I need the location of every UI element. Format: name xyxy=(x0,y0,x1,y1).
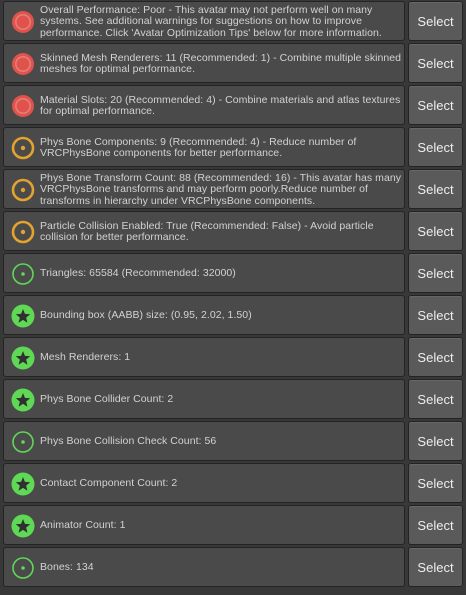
warning-row: Contact Component Count: 2 Select xyxy=(0,462,466,504)
warning-message-text: Material Slots: 20 (Recommended: 4) - Co… xyxy=(40,93,401,117)
orange-ring-icon xyxy=(11,136,35,160)
select-button[interactable]: Select xyxy=(408,421,463,461)
warning-row: Phys Bone Collision Check Count: 56 Selec… xyxy=(0,420,466,462)
select-button[interactable]: Select xyxy=(408,253,463,293)
green-ring-icon xyxy=(11,262,35,286)
select-button[interactable]: Select xyxy=(408,547,463,587)
warning-message-box: Mesh Renderers: 1 xyxy=(3,337,405,377)
warning-message-box: Overall Performance: Poor - This avatar … xyxy=(3,1,405,41)
warning-message-box: Phys Bone Components: 9 (Recommended: 4)… xyxy=(3,127,405,167)
select-button[interactable]: Select xyxy=(408,379,463,419)
warning-row: Bones: 134 Select xyxy=(0,546,466,588)
red-circle-icon xyxy=(11,10,35,34)
select-button[interactable]: Select xyxy=(408,211,463,251)
warning-message-box: Animator Count: 1 xyxy=(3,505,405,545)
orange-ring-icon xyxy=(11,220,35,244)
warning-message-text: Contact Component Count: 2 xyxy=(40,477,178,490)
warning-message-text: Particle Collision Enabled: True (Recomm… xyxy=(40,219,374,243)
warning-row: Particle Collision Enabled: True (Recomm… xyxy=(0,210,466,252)
warning-message-text: Phys Bone Transform Count: 88 (Recommend… xyxy=(40,172,402,207)
warning-message-box: Phys Bone Collision Check Count: 56 xyxy=(3,421,405,461)
warning-row: Overall Performance: Poor - This avatar … xyxy=(0,0,466,42)
orange-ring-icon xyxy=(11,178,35,202)
select-button[interactable]: Select xyxy=(408,43,463,83)
warning-message-text: Phys Bone Components: 9 (Recommended: 4)… xyxy=(40,135,357,159)
warning-message-text: Overall Performance: Poor - This avatar … xyxy=(40,4,382,39)
select-button[interactable]: Select xyxy=(408,295,463,335)
warning-message-text: Phys Bone Collider Count: 2 xyxy=(40,393,174,406)
warning-row: Material Slots: 20 (Recommended: 4) - Co… xyxy=(0,84,466,126)
performance-warnings-list: Overall Performance: Poor - This avatar … xyxy=(0,0,466,595)
select-button[interactable]: Select xyxy=(408,169,463,209)
warning-row: Mesh Renderers: 1 Select xyxy=(0,336,466,378)
warning-message-text: Triangles: 65584 (Recommended: 32000) xyxy=(40,267,236,280)
warning-row: Bounding box (AABB) size: (0.95, 2.02, 1… xyxy=(0,294,466,336)
green-star-icon xyxy=(11,472,35,496)
warning-row: Phys Bone Collider Count: 2 Select xyxy=(0,378,466,420)
warning-message-box: Contact Component Count: 2 xyxy=(3,463,405,503)
red-circle-icon xyxy=(11,52,35,76)
warning-row: Animator Count: 1 Select xyxy=(0,504,466,546)
warning-message-text: Mesh Renderers: 1 xyxy=(40,351,131,364)
warning-row: Phys Bone Components: 9 (Recommended: 4)… xyxy=(0,126,466,168)
green-star-icon xyxy=(11,388,35,412)
warning-message-box: Triangles: 65584 (Recommended: 32000) xyxy=(3,253,405,293)
warning-message-box: Particle Collision Enabled: True (Recomm… xyxy=(3,211,405,251)
select-button[interactable]: Select xyxy=(408,463,463,503)
warning-row: Phys Bone Transform Count: 88 (Recommend… xyxy=(0,168,466,210)
green-ring-icon xyxy=(11,556,35,580)
warning-message-box: Phys Bone Transform Count: 88 (Recommend… xyxy=(3,169,405,209)
select-button[interactable]: Select xyxy=(408,85,463,125)
warning-message-text: Bones: 134 xyxy=(40,561,94,574)
warning-row: Triangles: 65584 (Recommended: 32000) Sel… xyxy=(0,252,466,294)
warning-message-box: Bones: 134 xyxy=(3,547,405,587)
select-button[interactable]: Select xyxy=(408,505,463,545)
warning-message-text: Phys Bone Collision Check Count: 56 xyxy=(40,435,217,448)
green-star-icon xyxy=(11,304,35,328)
warning-message-box: Material Slots: 20 (Recommended: 4) - Co… xyxy=(3,85,405,125)
select-button[interactable]: Select xyxy=(408,1,463,41)
select-button[interactable]: Select xyxy=(408,337,463,377)
warning-message-box: Phys Bone Collider Count: 2 xyxy=(3,379,405,419)
green-star-icon xyxy=(11,346,35,370)
warning-message-text: Skinned Mesh Renderers: 11 (Recommended:… xyxy=(40,51,402,75)
warning-message-box: Skinned Mesh Renderers: 11 (Recommended:… xyxy=(3,43,405,83)
red-circle-icon xyxy=(11,94,35,118)
select-button[interactable]: Select xyxy=(408,127,463,167)
warning-message-text: Bounding box (AABB) size: (0.95, 2.02, 1… xyxy=(40,309,252,322)
green-star-icon xyxy=(11,514,35,538)
warning-message-box: Bounding box (AABB) size: (0.95, 2.02, 1… xyxy=(3,295,405,335)
green-ring-icon xyxy=(11,430,35,454)
warning-row: Skinned Mesh Renderers: 11 (Recommended:… xyxy=(0,42,466,84)
warning-message-text: Animator Count: 1 xyxy=(40,519,126,532)
